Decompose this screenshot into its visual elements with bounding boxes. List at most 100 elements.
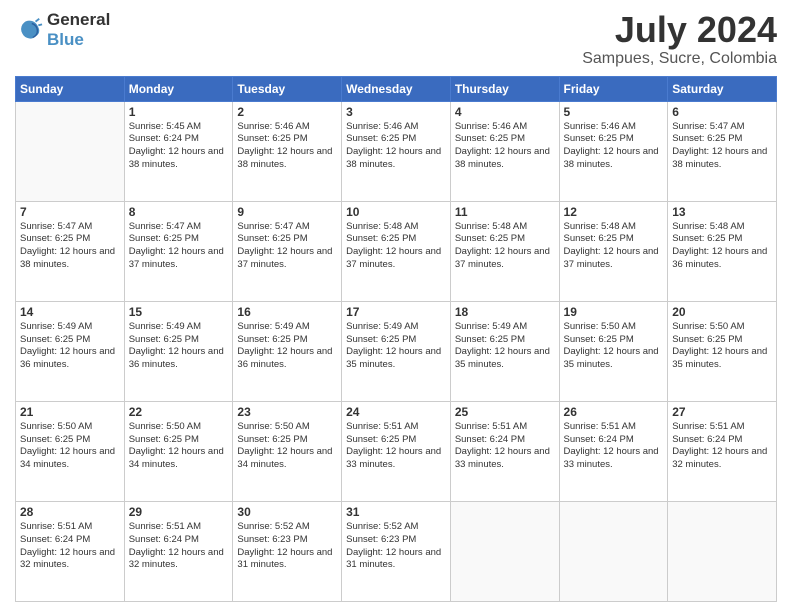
table-row: 14 Sunrise: 5:49 AM Sunset: 6:25 PM Dayli… <box>16 301 125 401</box>
day-info: Sunrise: 5:47 AM Sunset: 6:25 PM Dayligh… <box>672 121 772 172</box>
table-row: 23 Sunrise: 5:50 AM Sunset: 6:25 PM Dayli… <box>233 401 342 501</box>
day-number: 30 <box>237 505 337 519</box>
header: General Blue July 2024 Sampues, Sucre, C… <box>15 10 777 68</box>
day-info: Sunrise: 5:51 AM Sunset: 6:24 PM Dayligh… <box>20 521 120 572</box>
day-number: 16 <box>237 305 337 319</box>
table-row: 13Sunrise: 5:48 AM Sunset: 6:25 PM Dayli… <box>668 201 777 301</box>
calendar-week-row: 1 Sunrise: 5:45 AM Sunset: 6:24 PM Daylig… <box>16 101 777 201</box>
day-info: Sunrise: 5:46 AM Sunset: 6:25 PM Dayligh… <box>346 121 446 172</box>
col-wednesday: Wednesday <box>342 76 451 101</box>
table-row: 17 Sunrise: 5:49 AM Sunset: 6:25 PM Dayli… <box>342 301 451 401</box>
table-row: 25Sunrise: 5:51 AM Sunset: 6:24 PM Dayli… <box>450 401 559 501</box>
table-row: 20 Sunrise: 5:50 AM Sunset: 6:25 PM Dayli… <box>668 301 777 401</box>
calendar-header-row: Sunday Monday Tuesday Wednesday Thursday… <box>16 76 777 101</box>
table-row <box>668 501 777 601</box>
table-row: 18 Sunrise: 5:49 AM Sunset: 6:25 PM Dayli… <box>450 301 559 401</box>
day-number: 7 <box>20 205 120 219</box>
day-number: 26 <box>564 405 664 419</box>
calendar-week-row: 28 Sunrise: 5:51 AM Sunset: 6:24 PM Dayli… <box>16 501 777 601</box>
col-tuesday: Tuesday <box>233 76 342 101</box>
month-year: July 2024 <box>582 10 777 50</box>
page: General Blue July 2024 Sampues, Sucre, C… <box>0 0 792 612</box>
day-info: Sunrise: 5:51 AM Sunset: 6:24 PM Dayligh… <box>672 421 772 472</box>
day-number: 20 <box>672 305 772 319</box>
day-number: 8 <box>129 205 229 219</box>
col-thursday: Thursday <box>450 76 559 101</box>
table-row: 3Sunrise: 5:46 AM Sunset: 6:25 PM Daylig… <box>342 101 451 201</box>
table-row: 2 Sunrise: 5:46 AM Sunset: 6:25 PM Daylig… <box>233 101 342 201</box>
calendar-week-row: 7 Sunrise: 5:47 AM Sunset: 6:25 PM Daylig… <box>16 201 777 301</box>
day-number: 1 <box>129 105 229 119</box>
day-number: 29 <box>129 505 229 519</box>
day-number: 10 <box>346 205 446 219</box>
table-row: 30 Sunrise: 5:52 AM Sunset: 6:23 PM Dayli… <box>233 501 342 601</box>
day-info: Sunrise: 5:47 AM Sunset: 6:25 PM Dayligh… <box>20 221 120 272</box>
day-info: Sunrise: 5:48 AM Sunset: 6:25 PM Dayligh… <box>672 221 772 272</box>
day-info: Sunrise: 5:46 AM Sunset: 6:25 PM Dayligh… <box>564 121 664 172</box>
col-friday: Friday <box>559 76 668 101</box>
day-info: Sunrise: 5:50 AM Sunset: 6:25 PM Dayligh… <box>672 321 772 372</box>
day-number: 18 <box>455 305 555 319</box>
table-row: 7 Sunrise: 5:47 AM Sunset: 6:25 PM Daylig… <box>16 201 125 301</box>
day-info: Sunrise: 5:48 AM Sunset: 6:25 PM Dayligh… <box>564 221 664 272</box>
logo-text: General Blue <box>47 10 110 50</box>
table-row <box>16 101 125 201</box>
table-row: 1 Sunrise: 5:45 AM Sunset: 6:24 PM Daylig… <box>124 101 233 201</box>
table-row: 19Sunrise: 5:50 AM Sunset: 6:25 PM Dayli… <box>559 301 668 401</box>
day-info: Sunrise: 5:51 AM Sunset: 6:24 PM Dayligh… <box>564 421 664 472</box>
day-info: Sunrise: 5:46 AM Sunset: 6:25 PM Dayligh… <box>455 121 555 172</box>
day-number: 2 <box>237 105 337 119</box>
table-row: 16 Sunrise: 5:49 AM Sunset: 6:25 PM Dayli… <box>233 301 342 401</box>
day-info: Sunrise: 5:50 AM Sunset: 6:25 PM Dayligh… <box>20 421 120 472</box>
table-row: 12 Sunrise: 5:48 AM Sunset: 6:25 PM Dayli… <box>559 201 668 301</box>
day-info: Sunrise: 5:49 AM Sunset: 6:25 PM Dayligh… <box>20 321 120 372</box>
title-block: July 2024 Sampues, Sucre, Colombia <box>582 10 777 68</box>
day-number: 12 <box>564 205 664 219</box>
table-row <box>559 501 668 601</box>
day-number: 27 <box>672 405 772 419</box>
location: Sampues, Sucre, Colombia <box>582 50 777 68</box>
table-row: 29Sunrise: 5:51 AM Sunset: 6:24 PM Dayli… <box>124 501 233 601</box>
table-row: 26 Sunrise: 5:51 AM Sunset: 6:24 PM Dayli… <box>559 401 668 501</box>
table-row: 8Sunrise: 5:47 AM Sunset: 6:25 PM Daylig… <box>124 201 233 301</box>
day-info: Sunrise: 5:49 AM Sunset: 6:25 PM Dayligh… <box>455 321 555 372</box>
day-number: 24 <box>346 405 446 419</box>
day-info: Sunrise: 5:50 AM Sunset: 6:25 PM Dayligh… <box>129 421 229 472</box>
day-info: Sunrise: 5:49 AM Sunset: 6:25 PM Dayligh… <box>346 321 446 372</box>
table-row: 22 Sunrise: 5:50 AM Sunset: 6:25 PM Dayli… <box>124 401 233 501</box>
day-number: 17 <box>346 305 446 319</box>
table-row: 21 Sunrise: 5:50 AM Sunset: 6:25 PM Dayli… <box>16 401 125 501</box>
logo: General Blue <box>15 10 110 50</box>
day-info: Sunrise: 5:52 AM Sunset: 6:23 PM Dayligh… <box>237 521 337 572</box>
day-info: Sunrise: 5:51 AM Sunset: 6:25 PM Dayligh… <box>346 421 446 472</box>
day-info: Sunrise: 5:50 AM Sunset: 6:25 PM Dayligh… <box>564 321 664 372</box>
table-row: 24 Sunrise: 5:51 AM Sunset: 6:25 PM Dayli… <box>342 401 451 501</box>
table-row: 5Sunrise: 5:46 AM Sunset: 6:25 PM Daylig… <box>559 101 668 201</box>
day-number: 28 <box>20 505 120 519</box>
col-sunday: Sunday <box>16 76 125 101</box>
table-row: 27 Sunrise: 5:51 AM Sunset: 6:24 PM Dayli… <box>668 401 777 501</box>
calendar-week-row: 21 Sunrise: 5:50 AM Sunset: 6:25 PM Dayli… <box>16 401 777 501</box>
day-info: Sunrise: 5:49 AM Sunset: 6:25 PM Dayligh… <box>237 321 337 372</box>
col-monday: Monday <box>124 76 233 101</box>
day-number: 15 <box>129 305 229 319</box>
day-number: 4 <box>455 105 555 119</box>
day-number: 23 <box>237 405 337 419</box>
day-number: 14 <box>20 305 120 319</box>
day-number: 22 <box>129 405 229 419</box>
day-info: Sunrise: 5:45 AM Sunset: 6:24 PM Dayligh… <box>129 121 229 172</box>
day-info: Sunrise: 5:50 AM Sunset: 6:25 PM Dayligh… <box>237 421 337 472</box>
table-row: 28 Sunrise: 5:51 AM Sunset: 6:24 PM Dayli… <box>16 501 125 601</box>
day-number: 11 <box>455 205 555 219</box>
day-number: 21 <box>20 405 120 419</box>
table-row: 4 Sunrise: 5:46 AM Sunset: 6:25 PM Daylig… <box>450 101 559 201</box>
day-number: 6 <box>672 105 772 119</box>
col-saturday: Saturday <box>668 76 777 101</box>
day-info: Sunrise: 5:48 AM Sunset: 6:25 PM Dayligh… <box>346 221 446 272</box>
day-number: 31 <box>346 505 446 519</box>
day-info: Sunrise: 5:48 AM Sunset: 6:25 PM Dayligh… <box>455 221 555 272</box>
day-info: Sunrise: 5:46 AM Sunset: 6:25 PM Dayligh… <box>237 121 337 172</box>
table-row: 6 Sunrise: 5:47 AM Sunset: 6:25 PM Daylig… <box>668 101 777 201</box>
day-info: Sunrise: 5:51 AM Sunset: 6:24 PM Dayligh… <box>455 421 555 472</box>
calendar-table: Sunday Monday Tuesday Wednesday Thursday… <box>15 76 777 602</box>
